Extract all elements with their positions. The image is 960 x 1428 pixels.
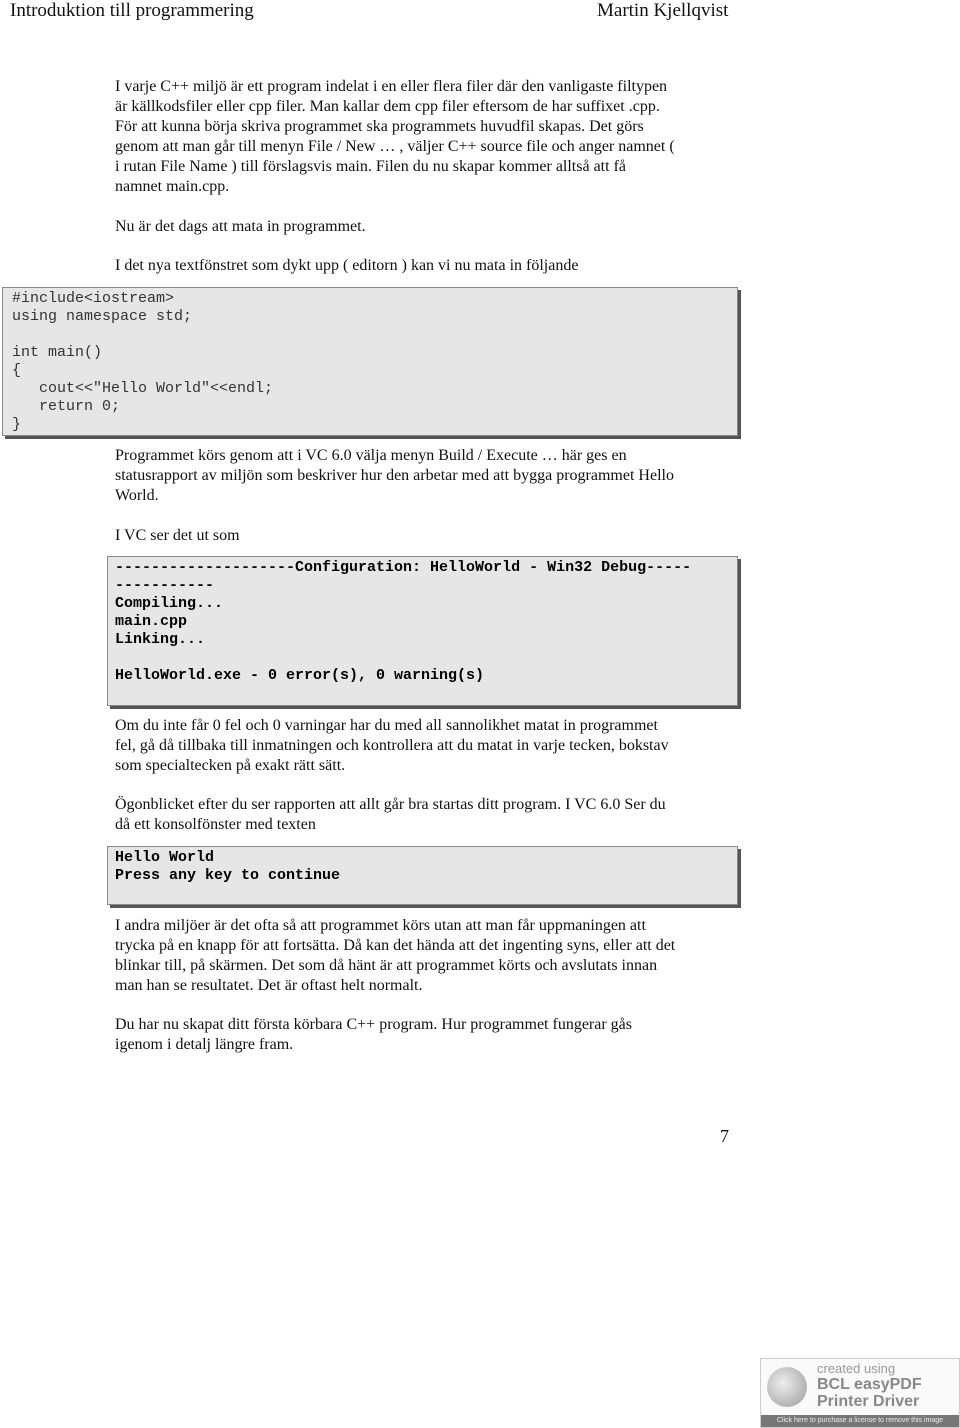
text-line: Nu är det dags att mata in programmet. <box>115 218 366 235</box>
code-block-source: #include<iostream> using namespace std; in… <box>2 287 738 436</box>
text-line: I varje C++ miljö är ett program indelat… <box>115 78 668 95</box>
text-line: main.cpp <box>115 613 188 630</box>
text-line: Compiling... <box>115 595 224 612</box>
text-line: return 0; <box>12 398 121 415</box>
text-line: { <box>12 362 22 379</box>
text-line: I VC ser det ut som <box>115 527 240 544</box>
text-line: då ett konsolfönster med texten <box>115 816 316 833</box>
text-line: är källkodsfiler eller cpp filer. Man ka… <box>115 98 660 115</box>
text-line: Press any key to continue <box>115 867 341 884</box>
text-line: blinkar till, på skärmen. Det som då hän… <box>115 957 658 974</box>
text-line: genom att man går till menyn File / New … <box>115 138 675 155</box>
watermark-purchase-link[interactable]: Click here to purchase a license to remo… <box>761 1415 959 1427</box>
text-line: man han se resultatet. Det är oftast hel… <box>115 977 423 994</box>
text-line <box>115 649 730 667</box>
text-line: i rutan File Name ) till förslagsvis mai… <box>115 158 626 175</box>
text-line: HelloWorld.exe - 0 error(s), 0 warning(s… <box>115 667 485 684</box>
text-line: using namespace std; <box>12 308 193 325</box>
text-line: Ögonblicket efter du ser rapporten att a… <box>115 796 666 813</box>
text-line: statusrapport av miljön som beskriver hu… <box>115 467 674 484</box>
text-line: fel, gå då tillbaka till inmatningen och… <box>115 737 669 754</box>
text-line: namnet main.cpp. <box>115 178 230 195</box>
paragraph-vc: I VC ser det ut som <box>115 526 755 546</box>
watermark-banner[interactable]: created using BCL easyPDF Printer Driver… <box>760 1358 960 1428</box>
code-block-console: Hello World Press any key to continue <box>107 846 738 905</box>
text-line: int main() <box>12 344 103 361</box>
page-number: 7 <box>720 1126 729 1146</box>
paragraph-errors: Om du inte får 0 fel och 0 varningar har… <box>115 716 755 776</box>
code-block-build-output: --------------------Configuration: Hello… <box>107 556 738 706</box>
paragraph-run: Programmet körs genom att i VC 6.0 välja… <box>115 446 755 506</box>
watermark-line2: BCL easyPDF <box>817 1376 922 1393</box>
paragraph-other: I andra miljöer är det ofta så att progr… <box>115 916 755 996</box>
text-line: För att kunna börja skriva programmet sk… <box>115 118 644 135</box>
paragraph-done: Du har nu skapat ditt första körbara C++… <box>115 1015 755 1055</box>
text-line: Om du inte får 0 fel och 0 varningar har… <box>115 717 658 734</box>
text-line: I det nya textfönstret som dykt upp ( ed… <box>115 257 579 274</box>
text-line: Du har nu skapat ditt första körbara C++… <box>115 1016 632 1033</box>
printer-icon <box>767 1367 807 1407</box>
header-title: Introduktion till programmering <box>10 0 254 21</box>
paragraph-intro: I varje C++ miljö är ett program indelat… <box>115 77 755 197</box>
watermark-line3: Printer Driver <box>817 1393 920 1410</box>
text-line: Linking... <box>115 631 206 648</box>
watermark-line1: created using <box>817 1361 896 1376</box>
paragraph-now: Nu är det dags att mata in programmet. <box>115 217 755 237</box>
text-line: Hello World <box>115 849 215 866</box>
paragraph-moment: Ögonblicket efter du ser rapporten att a… <box>115 795 755 835</box>
paragraph-editor: I det nya textfönstret som dykt upp ( ed… <box>115 256 755 276</box>
text-line: #include<iostream> <box>12 290 175 307</box>
text-line: igenom i detalj längre fram. <box>115 1036 294 1053</box>
header-author: Martin Kjellqvist <box>597 0 729 21</box>
text-line: } <box>12 416 22 433</box>
text-line <box>12 326 728 344</box>
document-page: Introduktion till programmering Martin K… <box>0 0 960 1428</box>
text-line: --------------------Configuration: Hello… <box>115 559 692 576</box>
text-line: cout<<"Hello World"<<endl; <box>12 380 274 397</box>
text-line: som specialtecken på exakt rätt sätt. <box>115 757 346 774</box>
text-line: ----------- <box>115 577 215 594</box>
text-line: World. <box>115 487 159 504</box>
text-line: trycka på en knapp för att fortsätta. Då… <box>115 937 676 954</box>
text-line: Programmet körs genom att i VC 6.0 välja… <box>115 447 627 464</box>
text-line: I andra miljöer är det ofta så att progr… <box>115 917 646 934</box>
